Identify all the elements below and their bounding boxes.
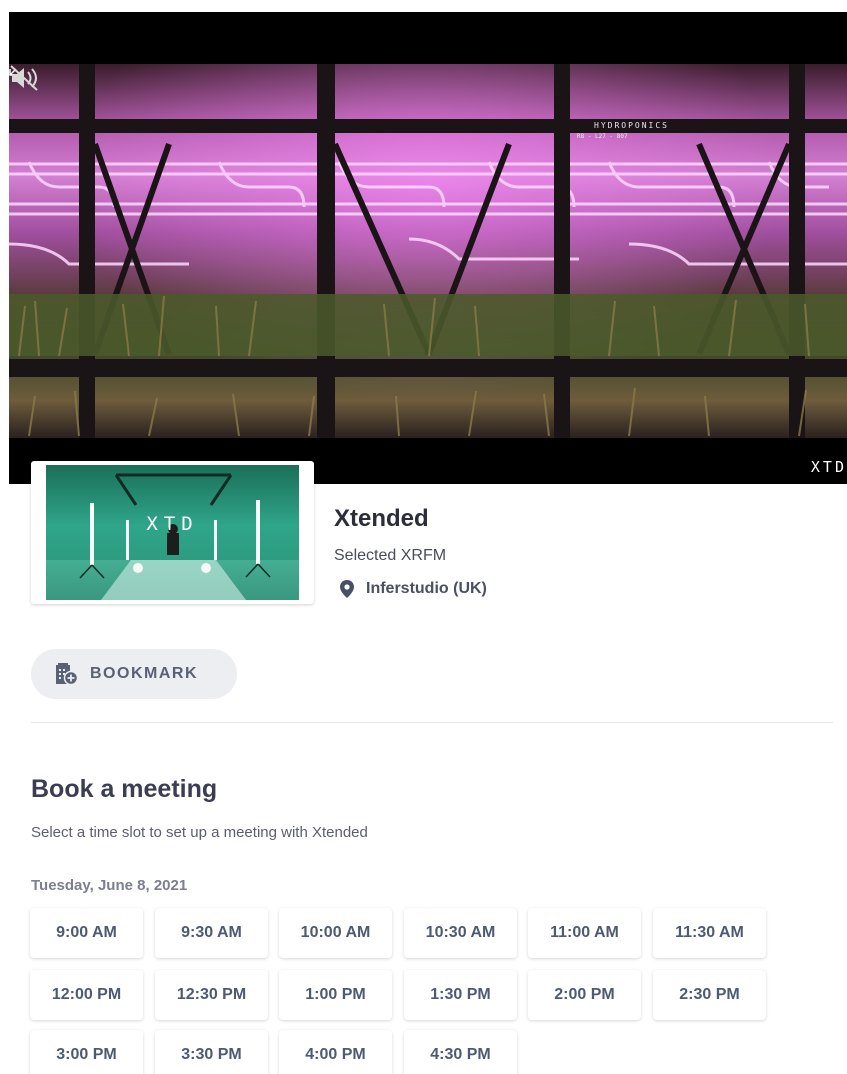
exhibitor-location[interactable]: Inferstudio (UK) bbox=[340, 580, 487, 598]
exhibitor-logo: XTD bbox=[46, 465, 299, 600]
video-player[interactable]: HYDROPONICS R8 - L27 - 807 XTD bbox=[9, 12, 847, 484]
time-slot-button[interactable]: 11:00 AM bbox=[528, 908, 641, 958]
time-slot-button[interactable]: 1:00 PM bbox=[279, 970, 392, 1020]
logo-wordmark: XTD bbox=[146, 513, 199, 535]
time-slot-button[interactable]: 2:00 PM bbox=[528, 970, 641, 1020]
brand-watermark: XTD bbox=[810, 458, 847, 476]
time-slot-button[interactable]: 3:30 PM bbox=[155, 1030, 268, 1074]
video-scene-graphic: HYDROPONICS R8 - L27 - 807 bbox=[9, 64, 847, 438]
speaker-muted-icon[interactable] bbox=[9, 64, 39, 92]
location-label: Inferstudio (UK) bbox=[366, 580, 487, 597]
time-slot-button[interactable]: 9:30 AM bbox=[155, 908, 268, 958]
booking-description: Select a time slot to set up a meeting w… bbox=[31, 824, 368, 841]
exhibitor-logo-card: XTD bbox=[31, 461, 314, 604]
exhibitor-name: Xtended bbox=[334, 505, 429, 532]
exhibitor-subtitle: Selected XRFM bbox=[334, 547, 447, 564]
building-add-icon bbox=[56, 663, 79, 686]
booking-title: Book a meeting bbox=[31, 775, 218, 803]
booking-date: Tuesday, June 8, 2021 bbox=[31, 877, 188, 894]
time-slot-button[interactable]: 12:30 PM bbox=[155, 970, 268, 1020]
time-slot-button[interactable]: 11:30 AM bbox=[653, 908, 766, 958]
video-overlay-code: R8 - L27 - 807 bbox=[577, 133, 628, 140]
map-pin-icon bbox=[340, 580, 354, 598]
time-slot-button[interactable]: 4:30 PM bbox=[404, 1030, 517, 1074]
time-slot-button[interactable]: 2:30 PM bbox=[653, 970, 766, 1020]
bookmark-button[interactable]: BOOKMARK bbox=[31, 649, 237, 699]
time-slot-button[interactable]: 12:00 PM bbox=[30, 970, 143, 1020]
video-overlay-label: HYDROPONICS bbox=[594, 121, 669, 130]
section-divider bbox=[31, 722, 833, 723]
time-slot-button[interactable]: 10:30 AM bbox=[404, 908, 517, 958]
time-slot-button[interactable]: 10:00 AM bbox=[279, 908, 392, 958]
time-slot-button[interactable]: 3:00 PM bbox=[30, 1030, 143, 1074]
time-slot-button[interactable]: 4:00 PM bbox=[279, 1030, 392, 1074]
bookmark-label: BOOKMARK bbox=[90, 665, 198, 682]
time-slot-button[interactable]: 9:00 AM bbox=[30, 908, 143, 958]
time-slot-button[interactable]: 1:30 PM bbox=[404, 970, 517, 1020]
